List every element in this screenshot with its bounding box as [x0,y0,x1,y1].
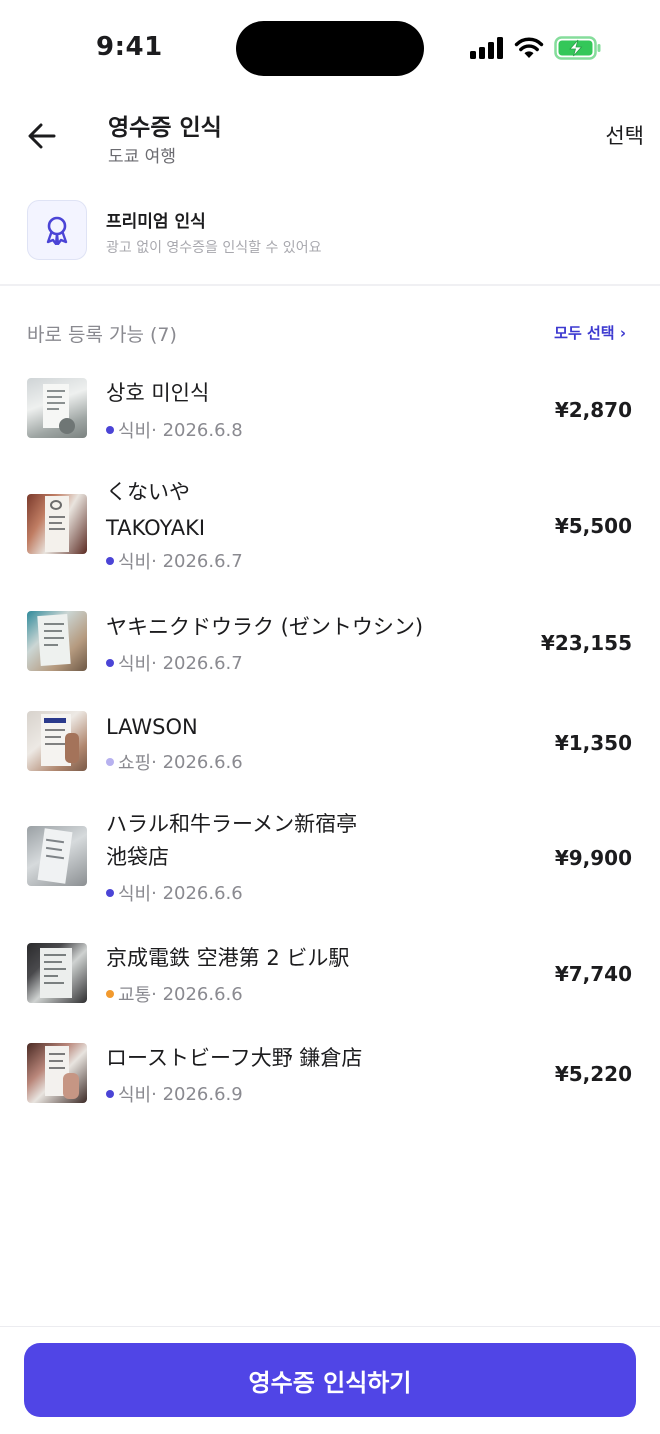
status-icons [470,34,602,62]
section-title: 바로 등록 가능 (7) [27,324,177,346]
select-button[interactable]: 선택 [605,120,644,150]
header: 영수증 인식 도쿄 여행 선택 [0,96,660,186]
status-time: 9:41 [96,32,163,62]
receipt-meta: 식비 · 2026.6.8 [106,417,243,443]
receipt-amount: ¥23,155 [540,631,632,655]
receipt-category: 식비 [118,552,152,573]
receipt-item[interactable]: ヤキニクドウラク (ゼントウシン) 식비 · 2026.6.7 ¥23,155 [0,604,660,684]
receipt-name: ハラル和牛ラーメン新宿亭 [106,812,358,836]
back-arrow-icon [28,123,56,149]
receipt-meta: 식비 · 2026.6.9 [106,1081,243,1107]
receipt-date: · 2026.6.9 [151,1083,243,1105]
dynamic-island [236,21,424,76]
receipt-amount: ¥5,220 [554,1062,632,1086]
receipt-name: 상호 미인식 [106,381,210,405]
receipt-thumbnail [27,611,87,671]
recognize-receipt-button[interactable]: 영수증 인식하기 [24,1343,636,1417]
receipt-name: 京成電鉄 空港第 2 ビル駅 [106,946,350,970]
receipt-name: LAWSON [106,715,198,739]
receipt-category: 식비 [118,654,152,675]
receipt-name-line2: TAKOYAKI [106,516,206,540]
back-button[interactable] [22,116,62,156]
cellular-signal-icon [470,37,503,59]
page-subtitle: 도쿄 여행 [108,147,176,167]
receipt-meta: 교통 · 2026.6.6 [106,981,243,1007]
battery-charging-icon [554,36,601,60]
category-dot [106,889,114,897]
receipt-item[interactable]: ローストビーフ大野 鎌倉店 식비 · 2026.6.9 ¥5,220 [0,1036,660,1116]
receipt-thumbnail [27,494,87,554]
category-dot [106,990,114,998]
award-ribbon-icon [46,216,68,245]
premium-description: 광고 없이 영수증을 인식할 수 있어요 [106,240,322,256]
category-dot [106,758,114,766]
section-header: 바로 등록 가능 (7) 모두 선택 › [0,316,660,348]
receipt-name: ローストビーフ大野 鎌倉店 [106,1046,363,1070]
receipt-meta: 식비 · 2026.6.6 [106,880,243,906]
receipt-amount: ¥5,500 [554,514,632,538]
select-all-button[interactable]: 모두 선택 › [554,322,626,343]
receipt-thumbnail [27,378,87,438]
receipt-category: 교통 [118,985,152,1006]
receipt-name-line2: 池袋店 [106,845,169,869]
receipt-category: 쇼핑 [118,753,152,774]
receipt-meta: 식비 · 2026.6.7 [106,650,243,676]
category-dot [106,426,114,434]
wifi-icon [514,37,544,58]
receipt-date: · 2026.6.6 [151,882,243,904]
premium-icon-box [27,200,87,260]
receipt-category: 식비 [118,884,152,905]
receipt-category: 식비 [118,1085,152,1106]
receipt-item[interactable]: LAWSON 쇼핑 · 2026.6.6 ¥1,350 [0,704,660,784]
receipt-item[interactable]: 京成電鉄 空港第 2 ビル駅 교통 · 2026.6.6 ¥7,740 [0,936,660,1016]
receipt-amount: ¥9,900 [554,846,632,870]
receipt-amount: ¥7,740 [554,962,632,986]
receipt-category: 식비 [118,421,152,442]
receipt-name: ヤキニクドウラク (ゼントウシン) [106,615,424,639]
footer: 영수증 인식하기 [0,1326,660,1434]
receipt-thumbnail [27,943,87,1003]
receipt-thumbnail [27,826,87,886]
receipt-date: · 2026.6.8 [151,419,243,441]
receipt-meta: 식비 · 2026.6.7 [106,548,243,574]
receipt-name: くないや [106,480,190,504]
receipt-item[interactable]: くないや TAKOYAKI 식비 · 2026.6.7 ¥5,500 [0,474,660,578]
receipt-date: · 2026.6.7 [151,550,243,572]
receipt-date: · 2026.6.6 [151,751,243,773]
receipt-thumbnail [27,711,87,771]
category-dot [106,1090,114,1098]
receipt-amount: ¥1,350 [554,731,632,755]
receipt-thumbnail [27,1043,87,1103]
receipt-amount: ¥2,870 [554,398,632,422]
page-title: 영수증 인식 [108,115,222,141]
category-dot [106,659,114,667]
receipt-item[interactable]: ハラル和牛ラーメン新宿亭 池袋店 식비 · 2026.6.6 ¥9,900 [0,806,660,910]
receipt-item[interactable]: 상호 미인식 식비 · 2026.6.8 ¥2,870 [0,370,660,450]
receipt-date: · 2026.6.6 [151,983,243,1005]
premium-title: 프리미엄 인식 [106,212,206,232]
receipt-meta: 쇼핑 · 2026.6.6 [106,749,243,775]
category-dot [106,557,114,565]
receipt-date: · 2026.6.7 [151,652,243,674]
status-bar: 9:41 [0,0,660,96]
premium-banner[interactable]: 프리미엄 인식 광고 없이 영수증을 인식할 수 있어요 [0,196,660,286]
